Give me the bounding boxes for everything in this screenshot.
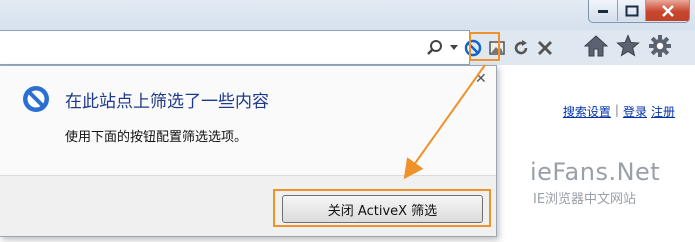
address-bar[interactable] — [0, 30, 470, 65]
disable-activex-filter-button[interactable]: 关闭 ActiveX 筛选 — [282, 195, 483, 223]
register-link[interactable]: 注册 — [651, 103, 675, 120]
link-separator: | — [614, 103, 619, 117]
popup-message: 使用下面的按钮配置筛选选项。 — [65, 130, 248, 145]
refresh-icon[interactable] — [511, 37, 531, 59]
minimize-button[interactable] — [589, 0, 617, 21]
watermark-title: ieFans.Net — [530, 158, 661, 186]
search-settings-link[interactable]: 搜索设置 — [563, 103, 611, 120]
stop-icon[interactable] — [535, 37, 555, 59]
login-link[interactable]: 登录 — [623, 103, 647, 120]
search-icon[interactable] — [425, 37, 445, 59]
activex-icon-highlight — [469, 32, 500, 61]
window-controls — [588, 0, 690, 23]
minimize-icon — [598, 9, 608, 13]
filter-notification-popup: 在此站点上筛选了一些内容 使用下面的按钮配置筛选选项。 ✕ 关闭 ActiveX… — [0, 65, 497, 237]
close-window-button[interactable] — [645, 0, 689, 21]
maximize-button[interactable] — [617, 0, 645, 21]
close-icon — [661, 4, 674, 17]
home-icon[interactable] — [584, 34, 608, 58]
blocked-icon — [21, 84, 51, 118]
popup-close-button[interactable]: ✕ — [475, 71, 487, 87]
popup-title: 在此站点上筛选了一些内容 — [65, 92, 269, 112]
favorites-star-icon[interactable] — [616, 34, 640, 58]
dropdown-arrow-icon[interactable] — [449, 37, 459, 59]
title-bar — [0, 0, 695, 30]
command-icons — [584, 34, 672, 58]
page-links: 搜索设置 | 登录 注册 — [563, 103, 675, 120]
settings-gear-icon[interactable] — [648, 34, 672, 58]
maximize-icon — [625, 5, 638, 16]
watermark-subtitle: IE浏览器中文网站 — [533, 192, 637, 207]
